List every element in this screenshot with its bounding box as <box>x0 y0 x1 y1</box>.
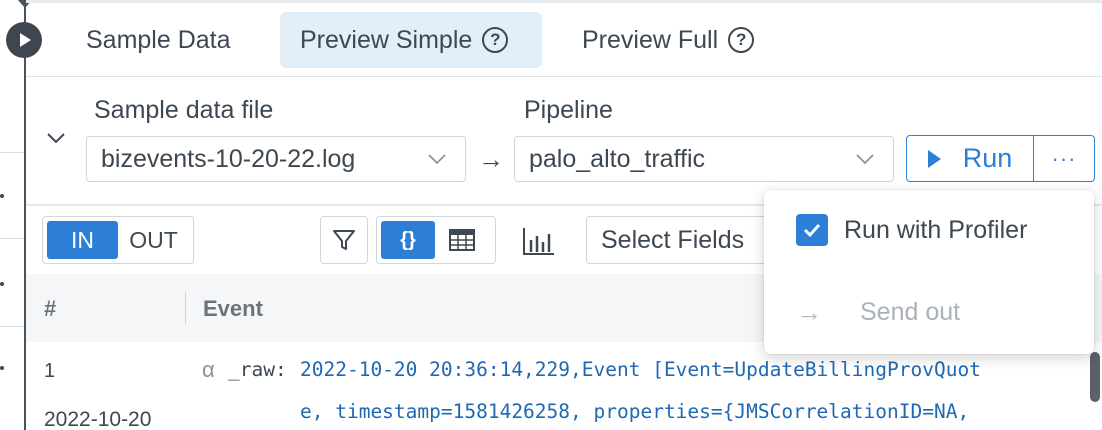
table-view-button[interactable] <box>435 221 489 259</box>
top-border <box>26 0 1102 3</box>
pipeline-value: palo_alto_traffic <box>529 144 706 173</box>
run-label: Run <box>962 143 1013 173</box>
checkbox[interactable] <box>796 214 828 246</box>
run-options-menu: Run with Profiler → Send out <box>764 190 1094 354</box>
select-fields-label: Select Fields <box>601 225 745 254</box>
help-icon[interactable]: ? <box>482 27 509 53</box>
pipeline-rail <box>24 0 26 430</box>
rail-dot <box>0 366 4 370</box>
collapse-chevron-icon[interactable] <box>46 128 66 148</box>
play-icon <box>20 33 31 47</box>
column-separator[interactable] <box>185 292 186 324</box>
tab-label: Preview Full <box>582 25 719 54</box>
event-value-line: e, timestamp=1581426258, properties={JMS… <box>300 400 970 423</box>
help-icon[interactable]: ? <box>728 27 755 53</box>
rail-dot <box>0 194 4 198</box>
sample-file-value: bizevents-10-20-22.log <box>101 144 356 173</box>
column-header-event: Event <box>203 296 263 321</box>
menu-item-label: Send out <box>860 297 961 326</box>
rail-divider <box>0 152 24 153</box>
string-type-icon: α <box>202 357 215 382</box>
tabs-divider <box>26 76 1102 77</box>
tab-label: Sample Data <box>86 25 231 54</box>
rail-divider <box>0 238 24 239</box>
filter-icon <box>333 230 355 250</box>
arrow-right-icon: → <box>478 144 504 174</box>
rail-dot <box>0 282 4 286</box>
tab-preview-simple[interactable]: Preview Simple ? <box>280 12 542 68</box>
tab-sample-data[interactable]: Sample Data <box>66 12 251 68</box>
chevron-down-icon <box>856 154 874 165</box>
in-toggle-button[interactable]: IN <box>47 221 118 259</box>
sample-file-label: Sample data file <box>94 96 274 124</box>
bar-chart-icon[interactable] <box>522 226 556 256</box>
rail-divider <box>0 326 24 327</box>
json-view-button[interactable]: {} <box>381 221 435 259</box>
expand-toggle-button[interactable] <box>6 22 42 58</box>
menu-item-run-with-profiler[interactable]: Run with Profiler <box>764 200 1094 260</box>
sample-file-select[interactable]: bizevents-10-20-22.log <box>86 136 466 182</box>
view-mode-toggle: {} <box>376 216 496 264</box>
arrow-right-icon: → <box>796 296 822 327</box>
table-icon <box>449 229 475 251</box>
menu-item-label: Run with Profiler <box>844 215 1028 244</box>
row-number: 1 <box>44 360 56 382</box>
chevron-down-icon <box>428 154 446 165</box>
tab-label: Preview Simple <box>300 25 473 54</box>
pipeline-label: Pipeline <box>524 96 613 124</box>
play-icon <box>927 149 941 168</box>
row-time: 2022-10-20 <box>44 408 152 430</box>
field-key: _raw: <box>228 358 287 381</box>
column-header-num: # <box>44 296 57 321</box>
menu-item-send-out[interactable]: → Send out <box>764 282 1094 342</box>
select-fields-dropdown[interactable]: Select Fields <box>586 216 786 264</box>
out-toggle-button[interactable]: OUT <box>118 221 189 259</box>
in-out-toggle: IN OUT <box>42 216 194 264</box>
run-button[interactable]: Run <box>906 135 1034 182</box>
pipeline-select[interactable]: palo_alto_traffic <box>514 136 894 182</box>
scrollbar[interactable] <box>1090 352 1100 402</box>
tab-preview-full[interactable]: Preview Full ? <box>562 12 774 68</box>
more-options-button[interactable]: ··· <box>1033 135 1095 182</box>
check-icon <box>803 223 821 238</box>
filter-button[interactable] <box>320 216 368 264</box>
event-value-line: 2022-10-20 20:36:14,229,Event [Event=Upd… <box>300 358 981 381</box>
